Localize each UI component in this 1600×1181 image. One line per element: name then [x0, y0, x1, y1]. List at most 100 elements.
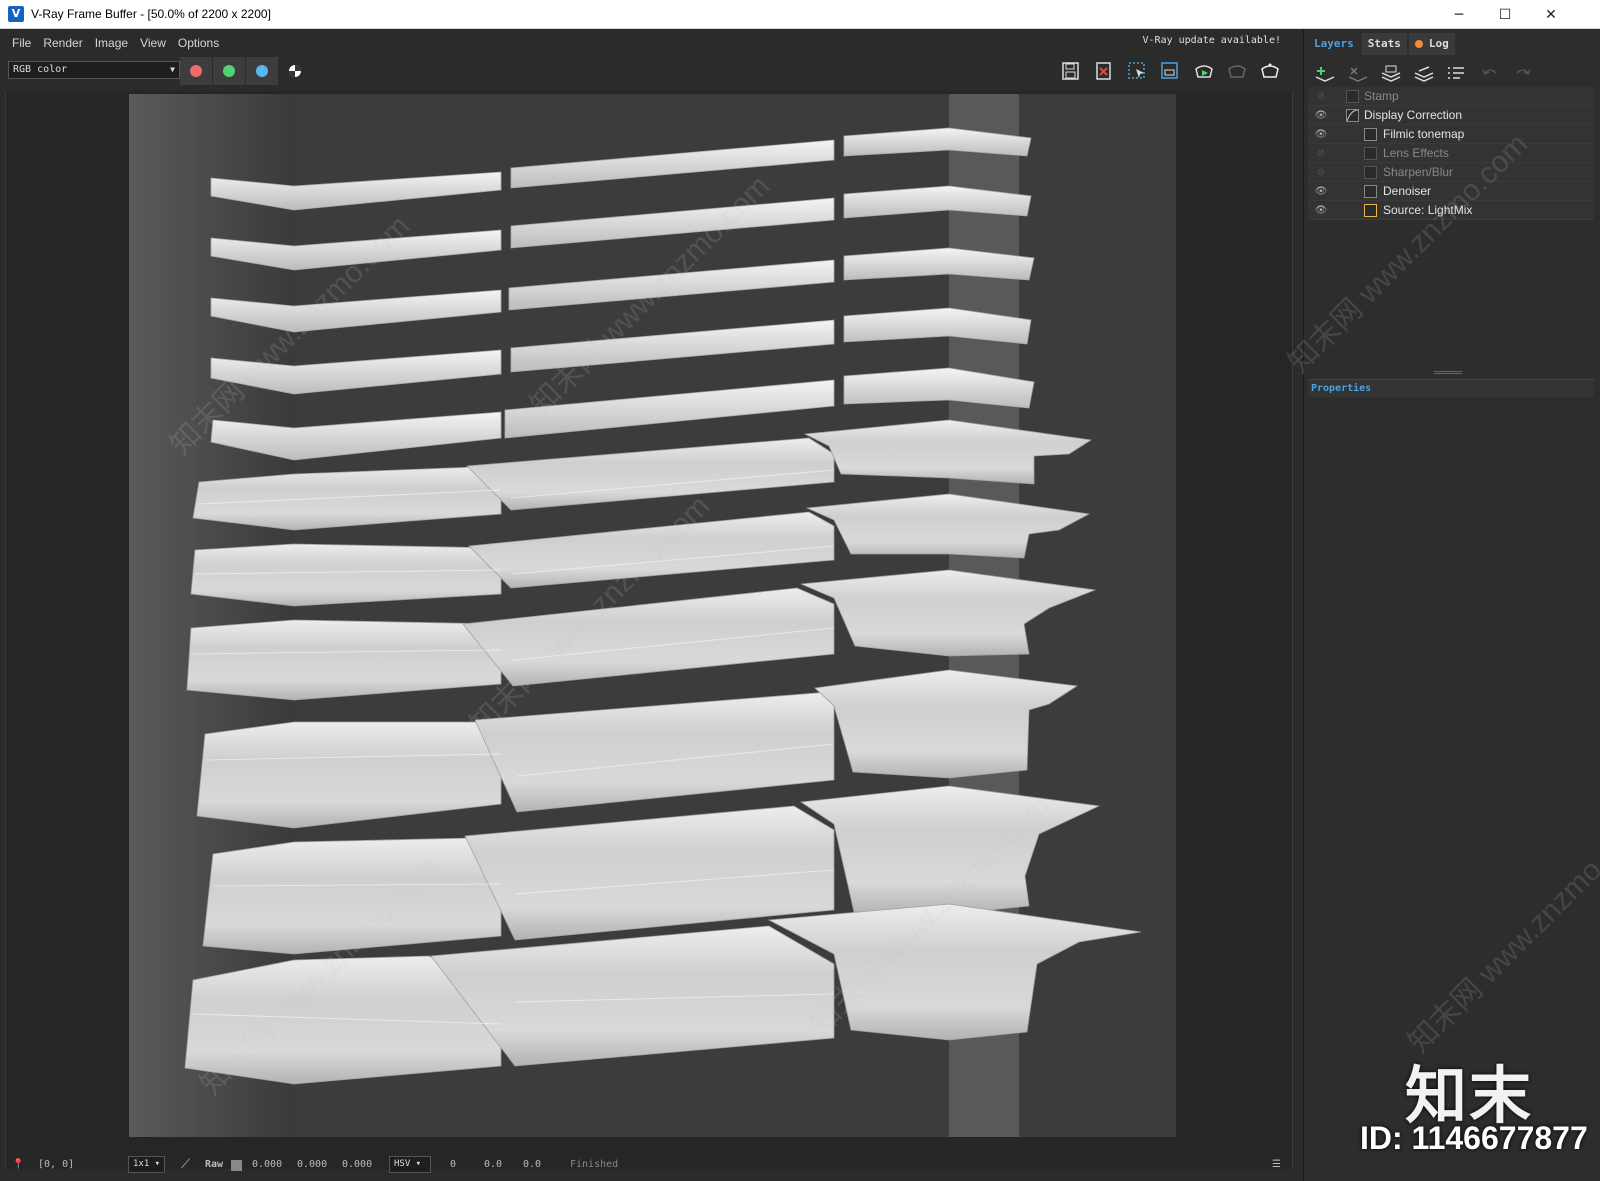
menu-view[interactable]: View — [134, 36, 172, 50]
properties-header: Properties — [1308, 379, 1594, 397]
chevron-down-icon: ▼ — [170, 65, 175, 74]
watermark-text: 知末网 www.znzmo.com — [1402, 807, 1600, 1060]
layer-label: Source: LightMix — [1383, 203, 1473, 217]
layer-row-source-lightmix[interactable]: 👁 Source: LightMix — [1308, 201, 1594, 220]
rendered-image — [129, 94, 1176, 1137]
region-render-icon[interactable] — [1124, 59, 1150, 83]
eye-icon[interactable]: ⊘ — [1313, 87, 1329, 106]
eye-icon[interactable]: 👁 — [1313, 106, 1329, 125]
delete-layer-icon[interactable] — [1341, 61, 1374, 87]
tab-log-label: Log — [1428, 37, 1449, 50]
stop-render-icon[interactable] — [1224, 59, 1250, 83]
sharpen-icon — [1364, 166, 1377, 179]
window-title: V-Ray Frame Buffer - [50.0% of 2200 x 22… — [31, 7, 271, 21]
render-region-frame-icon[interactable] — [1157, 59, 1183, 83]
color-swatch — [231, 1160, 242, 1171]
channel-select[interactable]: RGB color ▼ — [8, 61, 180, 79]
history-icon[interactable]: ☰ — [1272, 1159, 1281, 1170]
tab-layers[interactable]: Layers — [1308, 33, 1360, 55]
menu-file[interactable]: File — [0, 36, 37, 50]
color-picker-icon[interactable]: ⟋ — [181, 1157, 190, 1172]
green-channel-button[interactable] — [213, 57, 245, 85]
eye-icon[interactable]: ⊘ — [1313, 163, 1329, 182]
menu-image[interactable]: Image — [89, 36, 134, 50]
layer-row-filmic-tonemap[interactable]: 👁 Filmic tonemap — [1308, 125, 1594, 144]
redo-icon[interactable] — [1506, 61, 1539, 87]
value-value: 0.0 — [523, 1159, 542, 1170]
pin-icon[interactable]: 📍 — [12, 1159, 24, 1170]
hue-value: 0 — [450, 1159, 457, 1170]
denoiser-icon — [1364, 185, 1377, 198]
tab-log[interactable]: Log — [1408, 33, 1455, 55]
save-image-icon[interactable] — [1058, 59, 1084, 83]
maximize-button[interactable]: ☐ — [1482, 0, 1528, 29]
layer-label: Sharpen/Blur — [1383, 165, 1454, 179]
tonemap-icon — [1364, 128, 1377, 141]
render-status: Finished — [570, 1159, 619, 1170]
layer-row-sharpen-blur[interactable]: ⊘ Sharpen/Blur — [1308, 163, 1594, 182]
layer-row-denoiser[interactable]: 👁 Denoiser — [1308, 182, 1594, 201]
status-bar: 📍 [0, 0] 1x1 ▾ ⟋ Raw 0.000 0.000 0.000 H… — [0, 1149, 1299, 1181]
close-button[interactable]: ✕ — [1528, 0, 1574, 29]
layer-label: Filmic tonemap — [1383, 127, 1465, 141]
update-notice[interactable]: V-Ray update available! — [1143, 35, 1281, 46]
color-mode-select[interactable]: HSV ▾ — [389, 1156, 431, 1173]
red-dot-icon — [190, 65, 202, 77]
title-bar: V V-Ray Frame Buffer - [50.0% of 2200 x … — [0, 0, 1600, 29]
curve-icon — [1346, 109, 1359, 122]
load-layers-icon[interactable] — [1407, 61, 1440, 87]
vray-logo-icon: V — [8, 6, 24, 22]
layer-row-stamp[interactable]: ⊘ Stamp — [1308, 87, 1594, 106]
stamp-icon — [1346, 90, 1359, 103]
color-mode-value: HSV — [394, 1159, 411, 1169]
blue-dot-icon — [256, 65, 268, 77]
layers-tree: ⊘ Stamp 👁 Display Correction 👁 Filmic to… — [1308, 87, 1594, 220]
saturation-value: 0.0 — [484, 1159, 503, 1170]
menu-render[interactable]: Render — [37, 36, 88, 50]
add-layer-icon[interactable] — [1308, 61, 1341, 87]
green-value: 0.000 — [297, 1159, 328, 1170]
log-alert-icon — [1414, 40, 1423, 48]
interactive-render-icon[interactable] — [1191, 59, 1217, 83]
render-teapot-icon[interactable] — [1257, 59, 1283, 83]
lens-icon — [1364, 147, 1377, 160]
minimize-button[interactable]: ─ — [1436, 0, 1482, 29]
lightmix-icon — [1364, 204, 1377, 217]
menu-bar: File Render Image View Options — [0, 32, 225, 54]
blue-channel-button[interactable] — [246, 57, 278, 85]
layers-panel: Layers Stats Log ⊘ Stamp 👁 Display Corre… — [1282, 29, 1600, 1181]
panel-splitter[interactable] — [1434, 371, 1462, 374]
layer-row-lens-effects[interactable]: ⊘ Lens Effects — [1308, 144, 1594, 163]
layer-presets-icon[interactable] — [1440, 61, 1473, 87]
menu-options[interactable]: Options — [172, 36, 225, 50]
zoom-select[interactable]: 1x1 ▾ — [128, 1156, 165, 1173]
eye-icon[interactable]: 👁 — [1313, 201, 1329, 220]
watermark-id: ID: 1146677877 — [1360, 1120, 1588, 1156]
frame-buffer-area: File Render Image View Options V-Ray upd… — [0, 29, 1299, 1181]
blue-value: 0.000 — [342, 1159, 373, 1170]
red-value: 0.000 — [252, 1159, 283, 1170]
green-dot-icon — [223, 65, 235, 77]
red-channel-button[interactable] — [180, 57, 212, 85]
eye-icon[interactable]: 👁 — [1313, 182, 1329, 201]
raw-label: Raw — [205, 1159, 224, 1170]
layer-label: Lens Effects — [1383, 146, 1449, 160]
render-viewport[interactable]: 知末网 www.znzmo.com 知末网 www.znzmo.com 知末网 … — [5, 91, 1293, 1169]
save-layers-icon[interactable] — [1374, 61, 1407, 87]
layer-label: Display Correction — [1364, 108, 1463, 122]
panel-tabs: Layers Stats Log — [1308, 33, 1457, 55]
layer-label: Stamp — [1364, 89, 1399, 103]
clear-image-icon[interactable] — [1091, 59, 1117, 83]
cornice-moldings-render — [129, 94, 1176, 1137]
tab-stats[interactable]: Stats — [1361, 33, 1407, 55]
eye-icon[interactable]: 👁 — [1313, 125, 1329, 144]
layer-toolbar — [1308, 61, 1539, 87]
layer-row-display-correction[interactable]: 👁 Display Correction — [1308, 106, 1594, 125]
toolbar: RGB color ▼ — [0, 57, 1299, 87]
undo-icon[interactable] — [1473, 61, 1506, 87]
eye-icon[interactable]: ⊘ — [1313, 144, 1329, 163]
channel-select-value: RGB color — [13, 64, 68, 75]
layer-label: Denoiser — [1383, 184, 1432, 198]
zoom-value: 1x1 — [133, 1159, 150, 1169]
alpha-channel-icon[interactable] — [282, 59, 308, 83]
